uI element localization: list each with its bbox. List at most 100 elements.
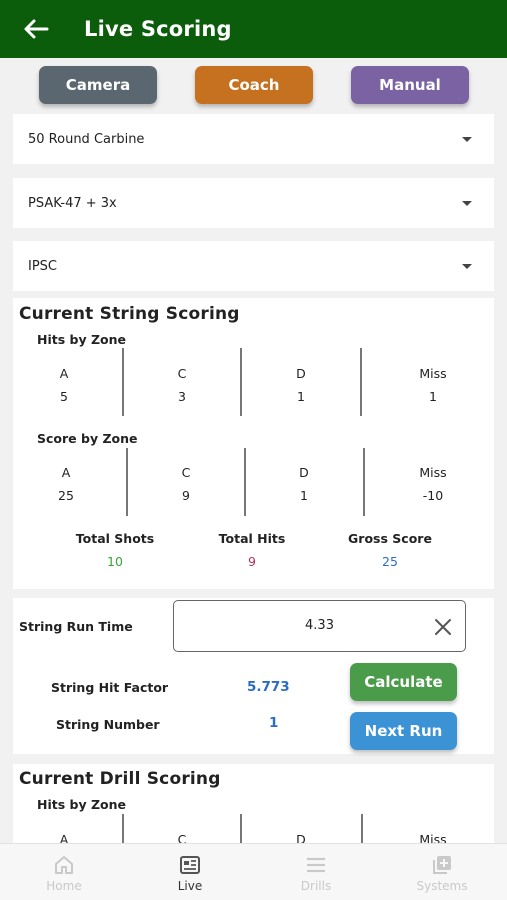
zone-label: C xyxy=(177,366,187,381)
string-hit-factor-value: 5.773 xyxy=(247,679,290,695)
caret-down-icon xyxy=(462,264,472,269)
zone-label: D xyxy=(296,366,306,381)
page-title: Live Scoring xyxy=(84,17,232,41)
drill-zone-d: D xyxy=(241,832,361,843)
divider xyxy=(126,448,128,516)
zone-label: Miss xyxy=(419,465,447,480)
divider xyxy=(360,348,362,416)
add-box-icon xyxy=(433,856,451,874)
zone-value: 5 xyxy=(60,389,68,404)
arrow-left-icon xyxy=(24,19,49,39)
zone-label: D xyxy=(299,465,309,480)
app-bar: Live Scoring xyxy=(0,0,507,58)
mode-selector: Camera Coach Manual xyxy=(0,66,507,106)
zone-value: -10 xyxy=(422,488,444,503)
divider xyxy=(122,348,124,416)
divider xyxy=(244,448,246,516)
score-zone-d: D 1 xyxy=(244,465,364,503)
drill-zone-c: C xyxy=(122,832,242,843)
drill-hits-by-zone-title: Hits by Zone xyxy=(37,797,126,812)
score-zone-miss: Miss -10 xyxy=(373,465,493,503)
divider xyxy=(363,448,365,516)
firearm-select-value: PSAK-47 + 3x xyxy=(28,195,117,211)
coach-button[interactable]: Coach xyxy=(195,66,313,104)
calculate-button[interactable]: Calculate xyxy=(350,663,457,701)
string-run-time-value: 4.33 xyxy=(305,618,334,633)
string-hit-factor-label: String Hit Factor xyxy=(51,680,169,695)
zone-label: C xyxy=(177,832,187,843)
gross-score: Gross Score 25 xyxy=(325,531,455,569)
run-card: String Run Time 4.33 String Hit Factor 5… xyxy=(13,598,494,754)
manual-button[interactable]: Manual xyxy=(351,66,469,104)
hits-zone-row: A 5 C 3 D 1 Miss 1 xyxy=(13,366,494,436)
zone-value: 1 xyxy=(297,389,305,404)
scoring-system-select[interactable]: IPSC xyxy=(13,241,494,291)
zone-value: 1 xyxy=(300,488,308,503)
clear-icon[interactable] xyxy=(433,617,453,637)
zone-label: C xyxy=(181,465,191,480)
gross-score-label: Gross Score xyxy=(348,531,432,546)
nav-live[interactable]: Live xyxy=(127,844,253,900)
list-icon xyxy=(307,857,325,873)
zone-value: 1 xyxy=(429,389,437,404)
hits-zone-miss: Miss 1 xyxy=(373,366,493,404)
bottom-nav: Home Live Drills Systems xyxy=(0,843,507,900)
camera-button[interactable]: Camera xyxy=(39,66,157,104)
home-icon xyxy=(55,856,73,874)
zone-label: D xyxy=(296,832,306,843)
drill-hits-zone-row: A C D Miss xyxy=(13,832,494,843)
next-run-button[interactable]: Next Run xyxy=(350,712,457,750)
total-shots-value: 10 xyxy=(107,554,123,569)
zone-value: 9 xyxy=(182,488,190,503)
total-hits: Total Hits 9 xyxy=(187,531,317,569)
zone-label: Miss xyxy=(419,832,447,843)
course-select-value: 50 Round Carbine xyxy=(28,131,145,147)
gross-score-value: 25 xyxy=(382,554,398,569)
zone-label: Miss xyxy=(419,366,447,381)
drill-zone-miss: Miss xyxy=(373,832,493,843)
caret-down-icon xyxy=(462,201,472,206)
drill-zone-a: A xyxy=(13,832,124,843)
nav-home-label: Home xyxy=(46,879,82,893)
divider xyxy=(122,814,124,843)
string-number-value: 1 xyxy=(269,715,279,731)
total-shots: Total Shots 10 xyxy=(50,531,180,569)
firearm-select[interactable]: PSAK-47 + 3x xyxy=(13,178,494,228)
hits-zone-c: C 3 xyxy=(122,366,242,404)
string-run-time-input[interactable]: 4.33 xyxy=(173,600,466,652)
zone-label: A xyxy=(59,366,69,381)
nav-systems[interactable]: Systems xyxy=(379,844,505,900)
total-hits-value: 9 xyxy=(248,554,256,569)
zone-value: 3 xyxy=(178,389,186,404)
zone-label: A xyxy=(61,465,71,480)
string-scoring-title: Current String Scoring xyxy=(19,304,240,324)
divider xyxy=(240,814,242,843)
nav-home[interactable]: Home xyxy=(1,844,127,900)
drill-scoring-card: Current Drill Scoring Hits by Zone A C D… xyxy=(13,764,494,843)
total-shots-label: Total Shots xyxy=(75,531,155,546)
divider xyxy=(240,348,242,416)
score-zone-a: A 25 xyxy=(6,465,126,503)
drill-scoring-title: Current Drill Scoring xyxy=(19,769,221,789)
hits-zone-a: A 5 xyxy=(4,366,124,404)
caret-down-icon xyxy=(462,137,472,142)
string-number-label: String Number xyxy=(56,717,160,732)
back-button[interactable] xyxy=(16,9,56,49)
total-hits-label: Total Hits xyxy=(218,531,286,546)
hits-zone-d: D 1 xyxy=(241,366,361,404)
zone-label: A xyxy=(59,832,69,843)
nav-drills[interactable]: Drills xyxy=(253,844,379,900)
score-zone-c: C 9 xyxy=(126,465,246,503)
divider xyxy=(361,814,363,843)
score-by-zone-title: Score by Zone xyxy=(37,431,138,446)
zone-value: 25 xyxy=(58,488,74,503)
course-select[interactable]: 50 Round Carbine xyxy=(13,114,494,164)
score-zone-row: A 25 C 9 D 1 Miss -10 xyxy=(13,465,494,535)
string-scoring-card: Current String Scoring Hits by Zone A 5 … xyxy=(13,298,494,589)
hits-by-zone-title: Hits by Zone xyxy=(37,332,126,347)
nav-systems-label: Systems xyxy=(416,879,468,893)
scoring-system-select-value: IPSC xyxy=(28,258,58,274)
string-run-time-label: String Run Time xyxy=(19,619,133,634)
nav-live-label: Live xyxy=(177,879,203,893)
nav-drills-label: Drills xyxy=(300,879,332,893)
